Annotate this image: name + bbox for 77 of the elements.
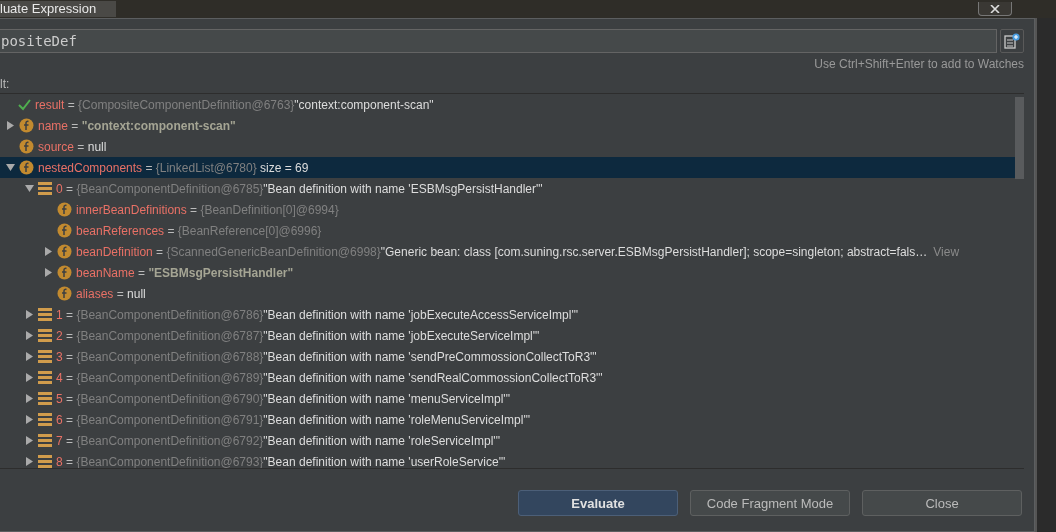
expand-arrow-icon[interactable]	[5, 121, 15, 130]
tree-row[interactable]: result = {CompositeComponentDefinition@6763}"context:component-scan"	[0, 94, 1015, 115]
tree-entry-text: nestedComponents = {LinkedList@6780} size = 69	[38, 160, 309, 175]
tree-row[interactable]: source = null	[0, 136, 1015, 157]
dialog-button[interactable]: Evaluate	[518, 490, 678, 516]
list-element-icon	[38, 434, 52, 447]
tree-row[interactable]: innerBeanDefinitions = {BeanDefinition[0]@6994}	[0, 199, 1015, 220]
expression-field[interactable]: positeDef	[0, 29, 997, 53]
tree-entry-text: 2 = {BeanComponentDefinition@6787}"Bean definition with name 'jobExecuteServiceImpl'"	[56, 328, 540, 343]
tree-row[interactable]: name = "context:component-scan"	[0, 115, 1015, 136]
expand-arrow-icon[interactable]	[24, 373, 34, 382]
tree-row[interactable]: 5 = {BeanComponentDefinition@6790}"Bean definition with name 'menuServiceImpl'"	[0, 388, 1015, 409]
list-element-icon	[38, 329, 52, 342]
tree-row[interactable]: 1 = {BeanComponentDefinition@6786}"Bean definition with name 'jobExecuteAccessServiceImpl'"	[0, 304, 1015, 325]
check-icon	[18, 98, 31, 111]
tree-entry-text: result = {CompositeComponentDefinition@6763}"context:component-scan"	[35, 97, 434, 112]
tree-entry-text: beanDefinition = {ScannedGenericBeanDefinition@6998}"Generic bean: class [com.suning.rsc.server.ESBMsgPersistHandler]; scope=singleton; abstract=fals…	[76, 244, 928, 259]
window-title: luate Expression	[0, 1, 117, 17]
expand-arrow-icon[interactable]	[24, 310, 34, 319]
tree-row[interactable]: 7 = {BeanComponentDefinition@6792}"Bean definition with name 'roleServiceImpl'"	[0, 430, 1015, 451]
expand-arrow-icon[interactable]	[24, 415, 34, 424]
tree-row[interactable]: beanReferences = {BeanReference[0]@6996}	[0, 220, 1015, 241]
list-element-icon	[38, 455, 52, 468]
list-element-icon	[38, 308, 52, 321]
dialog-button[interactable]: Code Fragment Mode	[690, 490, 850, 516]
tree-entry-text: 6 = {BeanComponentDefinition@6791}"Bean definition with name 'roleMenuServiceImpl'"	[56, 412, 530, 427]
tree-entry-text: innerBeanDefinitions = {BeanDefinition[0]@6994}	[76, 202, 339, 217]
list-element-icon	[38, 392, 52, 405]
list-element-icon	[38, 350, 52, 363]
tree-entry-text: beanReferences = {BeanReference[0]@6996}	[76, 223, 322, 238]
expand-arrow-icon[interactable]	[43, 268, 53, 277]
expand-arrow-icon[interactable]	[24, 331, 34, 340]
expand-arrow-icon[interactable]	[24, 394, 34, 403]
field-icon	[57, 244, 72, 259]
tree-entry-text: beanName = "ESBMsgPersistHandler"	[76, 265, 294, 280]
tree-entry-text: name = "context:component-scan"	[38, 118, 236, 133]
tree-entry-text: 8 = {BeanComponentDefinition@6793}"Bean definition with name 'userRoleService'"	[56, 454, 506, 468]
scrollbar[interactable]	[1015, 97, 1024, 179]
field-icon	[19, 139, 34, 154]
expand-arrow-icon[interactable]	[24, 457, 34, 466]
list-element-icon	[38, 182, 52, 195]
list-element-icon	[38, 413, 52, 426]
tree-entry-text: 0 = {BeanComponentDefinition@6785}"Bean definition with name 'ESBMsgPersistHandler'"	[56, 181, 543, 196]
dialog-button[interactable]: Close	[862, 490, 1022, 516]
tree-entry-text: 5 = {BeanComponentDefinition@6790}"Bean definition with name 'menuServiceImpl'"	[56, 391, 510, 406]
tree-row[interactable]: 6 = {BeanComponentDefinition@6791}"Bean definition with name 'roleMenuServiceImpl'"	[0, 409, 1015, 430]
result-label: lt:	[0, 76, 11, 93]
tree-row[interactable]: beanName = "ESBMsgPersistHandler"	[0, 262, 1015, 283]
tree-entry-text: 7 = {BeanComponentDefinition@6792}"Bean definition with name 'roleServiceImpl'"	[56, 433, 500, 448]
field-icon	[19, 118, 34, 133]
tree-row[interactable]: nestedComponents = {LinkedList@6780} size = 69	[0, 157, 1015, 178]
tree-row[interactable]: 2 = {BeanComponentDefinition@6787}"Bean definition with name 'jobExecuteServiceImpl'"	[0, 325, 1015, 346]
add-to-watches-icon[interactable]	[1000, 29, 1024, 53]
expand-arrow-icon[interactable]	[43, 247, 53, 256]
close-icon[interactable]	[978, 2, 1012, 16]
tree-row[interactable]: 4 = {BeanComponentDefinition@6789}"Bean definition with name 'sendRealCommossionCollectToR3'"	[0, 367, 1015, 388]
expand-arrow-icon[interactable]	[24, 184, 34, 193]
expand-arrow-icon[interactable]	[24, 352, 34, 361]
list-element-icon	[38, 371, 52, 384]
tree-row[interactable]: 8 = {BeanComponentDefinition@6793}"Bean definition with name 'userRoleService'"	[0, 451, 1015, 468]
tree-row[interactable]: 0 = {BeanComponentDefinition@6785}"Bean definition with name 'ESBMsgPersistHandler'"	[0, 178, 1015, 199]
tree-entry-text: 3 = {BeanComponentDefinition@6788}"Bean definition with name 'sendPreCommossionCollectToR3'"	[56, 349, 597, 364]
field-icon	[57, 202, 72, 217]
tree-row[interactable]: beanDefinition = {ScannedGenericBeanDefinition@6998}"Generic bean: class [com.suning.rsc.server.ESBMsgPersistHandler]; scope=singleton; abstract=fals… View	[0, 241, 1015, 262]
tree-row[interactable]: 3 = {BeanComponentDefinition@6788}"Bean definition with name 'sendPreCommossionCollectToR3'"	[0, 346, 1015, 367]
hint-text: Use Ctrl+Shift+Enter to add to Watches	[813, 56, 1025, 71]
field-icon	[57, 265, 72, 280]
tree-entry-text: 4 = {BeanComponentDefinition@6789}"Bean definition with name 'sendRealCommossionCollectToR3'"	[56, 370, 603, 385]
field-icon	[57, 223, 72, 238]
field-icon	[19, 160, 34, 175]
expand-arrow-icon[interactable]	[24, 436, 34, 445]
tree-row[interactable]: aliases = null	[0, 283, 1015, 304]
tree-entry-text: source = null	[38, 139, 107, 154]
field-icon	[57, 286, 72, 301]
tree-entry-text: aliases = null	[76, 286, 146, 301]
tree-entry-text: 1 = {BeanComponentDefinition@6786}"Bean definition with name 'jobExecuteAccessServiceImpl'"	[56, 307, 578, 322]
expand-arrow-icon[interactable]	[5, 163, 15, 172]
